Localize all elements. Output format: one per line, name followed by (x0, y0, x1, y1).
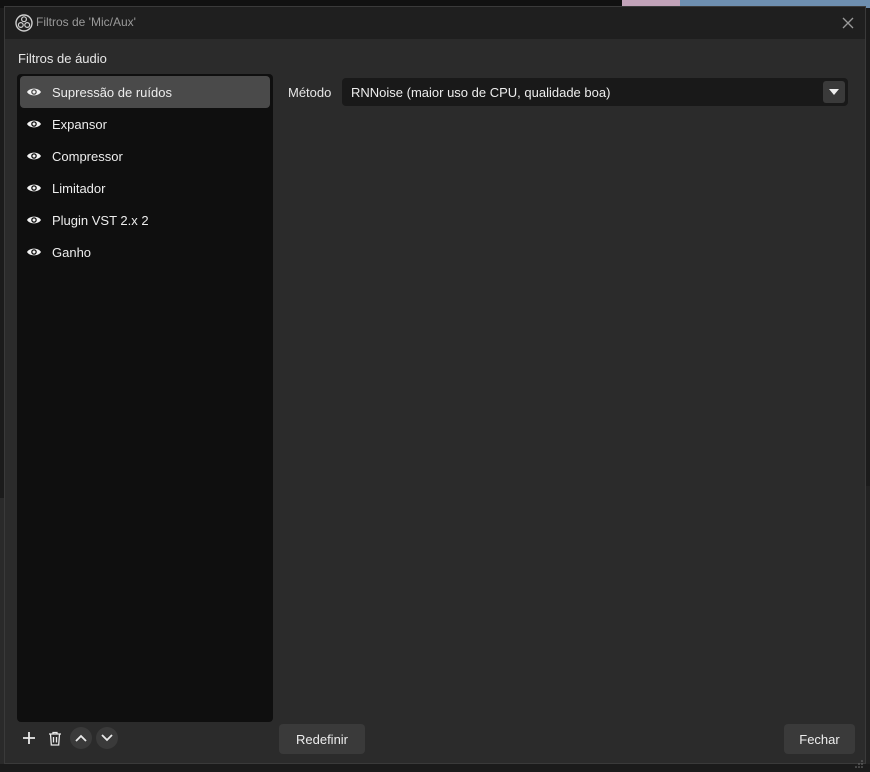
method-selected-value: RNNoise (maior uso de CPU, qualidade boa… (351, 84, 611, 100)
close-button[interactable]: Fechar (784, 724, 855, 754)
eye-icon[interactable] (26, 180, 42, 196)
filter-item-label: Plugin VST 2.x 2 (52, 212, 149, 228)
filter-item-compressor[interactable]: Compressor (20, 140, 270, 172)
reset-button[interactable]: Redefinir (279, 724, 365, 754)
close-icon[interactable] (837, 12, 859, 34)
filter-item-gain[interactable]: Ganho (20, 236, 270, 268)
filters-dialog: Filtros de 'Mic/Aux' Filtros de áudio Su… (4, 6, 866, 768)
filter-list[interactable]: Supressão de ruídos Expansor Compressor … (17, 74, 273, 722)
resize-grip[interactable] (855, 753, 863, 768)
remove-filter-button[interactable] (44, 727, 66, 749)
audio-filters-label: Filtros de áudio (18, 51, 107, 66)
method-dropdown[interactable]: RNNoise (maior uso de CPU, qualidade boa… (342, 78, 848, 106)
chevron-up-icon (75, 734, 87, 742)
eye-icon[interactable] (26, 244, 42, 260)
obs-icon (15, 14, 33, 32)
chevron-down-icon[interactable] (823, 81, 845, 103)
move-down-button[interactable] (96, 727, 118, 749)
filter-item-label: Ganho (52, 244, 92, 260)
eye-icon[interactable] (26, 148, 42, 164)
eye-icon[interactable] (26, 84, 42, 100)
trash-icon (49, 731, 61, 746)
filter-item-label: Supressão de ruídos (52, 84, 172, 100)
filter-item-noise-suppression[interactable]: Supressão de ruídos (20, 76, 270, 108)
plus-icon (23, 732, 35, 744)
eye-icon[interactable] (26, 116, 42, 132)
filter-item-label: Expansor (52, 116, 107, 132)
filter-item-label: Compressor (52, 148, 123, 164)
filter-item-vst-plugin[interactable]: Plugin VST 2.x 2 (20, 204, 270, 236)
filter-item-label: Limitador (52, 180, 106, 196)
move-up-button[interactable] (70, 727, 92, 749)
filter-item-limiter[interactable]: Limitador (20, 172, 270, 204)
add-filter-button[interactable] (18, 727, 40, 749)
eye-icon[interactable] (26, 212, 42, 228)
method-label: Método (288, 85, 332, 100)
title-bar[interactable]: Filtros de 'Mic/Aux' (5, 7, 865, 39)
filter-item-expander[interactable]: Expansor (20, 108, 270, 140)
window-title: Filtros de 'Mic/Aux' (36, 15, 136, 29)
chevron-down-icon (101, 734, 113, 742)
